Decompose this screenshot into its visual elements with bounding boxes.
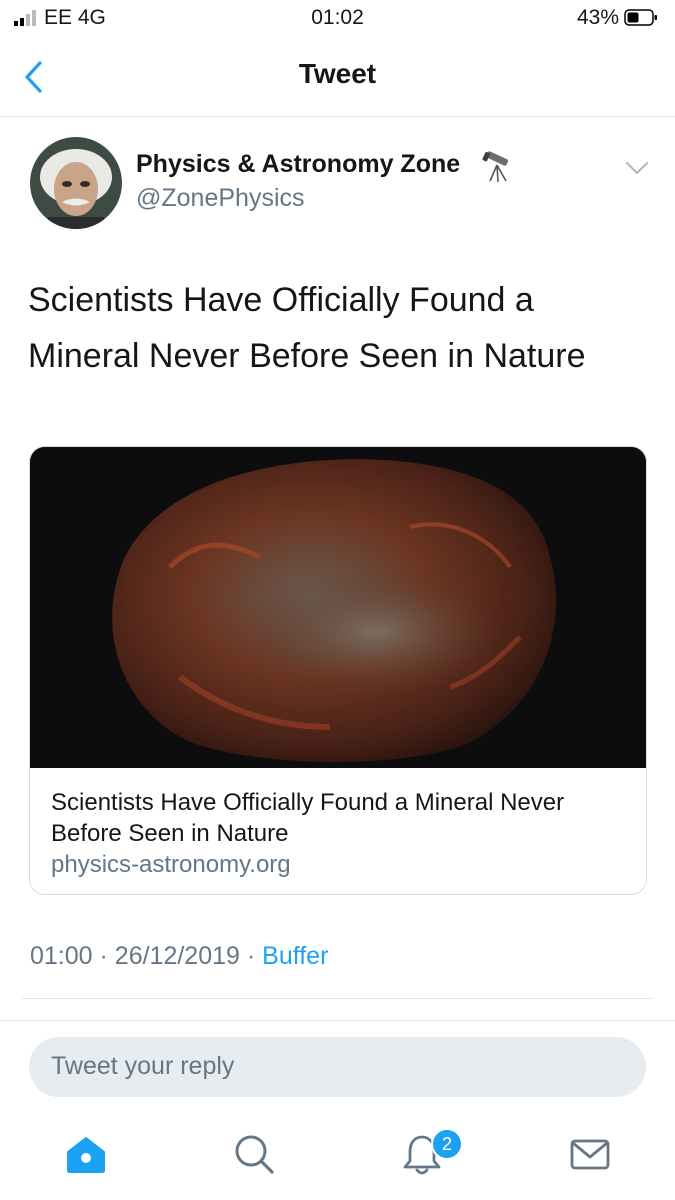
display-name[interactable]: Physics & Astronomy Zone: [136, 150, 460, 179]
reply-placeholder: Tweet your reply: [51, 1052, 235, 1080]
home-icon[interactable]: [62, 1130, 110, 1178]
status-time: 01:02: [311, 6, 364, 29]
tweet-date: 26/12/2019: [114, 942, 240, 970]
search-icon[interactable]: [230, 1130, 278, 1178]
reply-input[interactable]: Tweet your reply: [29, 1037, 646, 1097]
link-card[interactable]: Scientists Have Officially Found a Miner…: [29, 446, 647, 895]
user-handle[interactable]: @ZonePhysics: [136, 184, 305, 213]
notifications-badge: 2: [431, 1128, 463, 1160]
tweet-meta: 01:00 · 26/12/2019 · Buffer: [30, 942, 328, 971]
meta-separator: ·: [99, 942, 108, 970]
telescope-icon: [482, 151, 509, 183]
battery-icon: [624, 9, 657, 26]
meta-separator-2: ·: [246, 942, 256, 970]
card-image: [30, 447, 646, 768]
status-bar: EE 4G 01:02 43%: [0, 0, 675, 36]
avatar-portrait-icon: [30, 137, 122, 229]
mineral-image: [30, 447, 646, 768]
page-title: Tweet: [298, 58, 377, 89]
card-domain: physics-astronomy.org: [51, 851, 291, 878]
tweet-source-link[interactable]: Buffer: [262, 942, 328, 970]
tweet-text: Scientists Have Officially Found a Miner…: [28, 281, 586, 375]
messages-icon[interactable]: [566, 1130, 614, 1178]
divider: [0, 1020, 675, 1021]
nav-bar: Tweet: [0, 36, 675, 117]
avatar[interactable]: [30, 137, 122, 229]
card-title: Scientists Have Officially Found a Miner…: [51, 789, 565, 847]
battery-percent: 43%: [576, 6, 619, 29]
chevron-down-icon[interactable]: [624, 160, 650, 176]
tweet-time: 01:00: [30, 942, 93, 970]
divider: [22, 998, 653, 999]
